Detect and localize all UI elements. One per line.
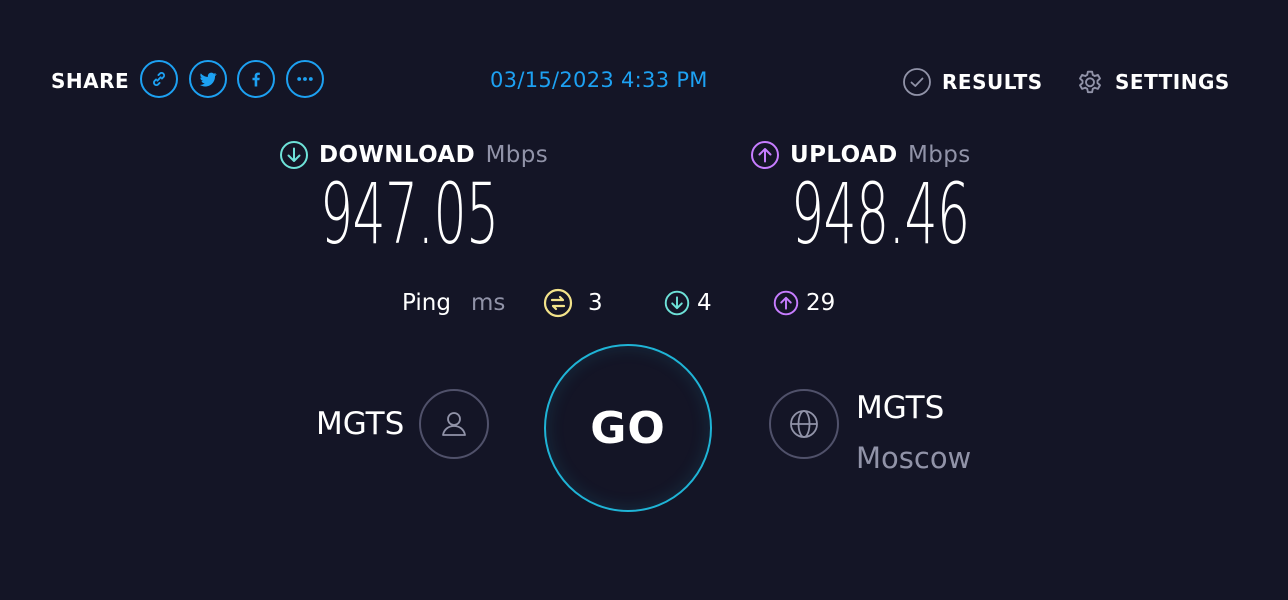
share-link-button[interactable] xyxy=(140,60,178,98)
twitter-icon xyxy=(199,72,217,87)
more-icon xyxy=(297,77,313,81)
settings-label: SETTINGS xyxy=(1115,70,1230,94)
download-arrow-icon xyxy=(280,141,308,169)
share-more-button[interactable] xyxy=(286,60,324,98)
share-twitter-button[interactable] xyxy=(189,60,227,98)
user-icon xyxy=(442,412,466,436)
ping-label: Ping xyxy=(402,290,451,316)
server-globe-button[interactable] xyxy=(769,389,839,459)
isp-name: MGTS xyxy=(316,406,405,442)
server-location[interactable]: Moscow xyxy=(856,441,971,475)
test-timestamp: 03/15/2023 4:33 PM xyxy=(490,68,708,92)
idle-latency-icon xyxy=(543,288,573,318)
go-button[interactable]: GO xyxy=(544,344,712,512)
upload-arrow-icon xyxy=(751,141,779,169)
results-button[interactable]: RESULTS xyxy=(902,67,1043,97)
settings-button[interactable]: SETTINGS xyxy=(1075,67,1230,97)
results-label: RESULTS xyxy=(942,70,1043,94)
globe-icon xyxy=(790,410,818,438)
check-circle-icon xyxy=(903,68,931,96)
server-name[interactable]: MGTS xyxy=(856,390,944,426)
facebook-icon xyxy=(252,72,260,87)
isp-user-button[interactable] xyxy=(419,389,489,459)
ping-download-value: 4 xyxy=(697,290,712,316)
ping-upload-icon xyxy=(773,290,799,316)
link-icon xyxy=(153,72,165,86)
ping-download-icon xyxy=(664,290,690,316)
ping-idle-value: 3 xyxy=(588,290,603,316)
upload-speed-value: 948.46 xyxy=(791,165,970,263)
gear-icon xyxy=(1079,70,1101,94)
download-speed-value: 947.05 xyxy=(320,165,499,263)
ping-upload-value: 29 xyxy=(806,290,836,316)
share-label: SHARE xyxy=(51,69,130,93)
ping-unit: ms xyxy=(471,290,506,316)
share-facebook-button[interactable] xyxy=(237,60,275,98)
